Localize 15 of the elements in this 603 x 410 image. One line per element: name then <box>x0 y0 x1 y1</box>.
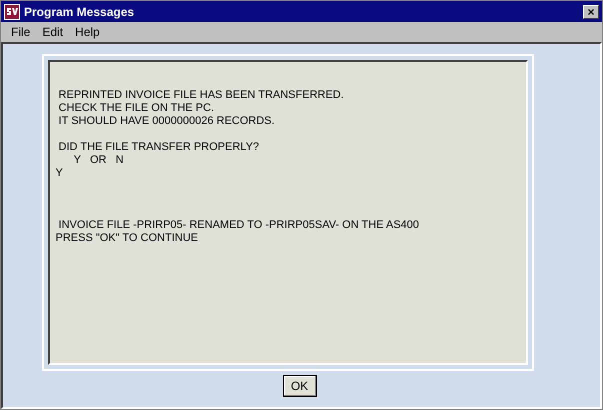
message-line: CHECK THE FILE ON THE PC. <box>58 102 216 115</box>
menu-item[interactable]: Edit <box>36 25 70 39</box>
window-title: Program Messages <box>24 4 136 18</box>
message-line: PRESS "OK" TO CONTINUE <box>56 232 199 245</box>
message-line: IT SHOULD HAVE 0000000026 RECORDS. <box>58 115 276 128</box>
message-line: REPRINTED INVOICE FILE HAS BEEN TRANSFERRED. <box>58 89 345 102</box>
message-line: Y <box>56 167 64 180</box>
menu-item[interactable]: File <box>5 25 36 39</box>
menu-item[interactable]: Help <box>69 25 106 39</box>
message-line: Y OR N <box>72 154 125 167</box>
app-icon <box>4 4 20 20</box>
close-button[interactable]: × <box>583 4 599 18</box>
message-line: INVOICE FILE -PRIRP05- RENAMED TO -PRIRP05SAV- ON THE AS400 <box>58 219 420 232</box>
message-line: DID THE FILE TRANSFER PROPERLY? <box>58 141 260 154</box>
ok-button[interactable]: OK <box>282 375 316 397</box>
